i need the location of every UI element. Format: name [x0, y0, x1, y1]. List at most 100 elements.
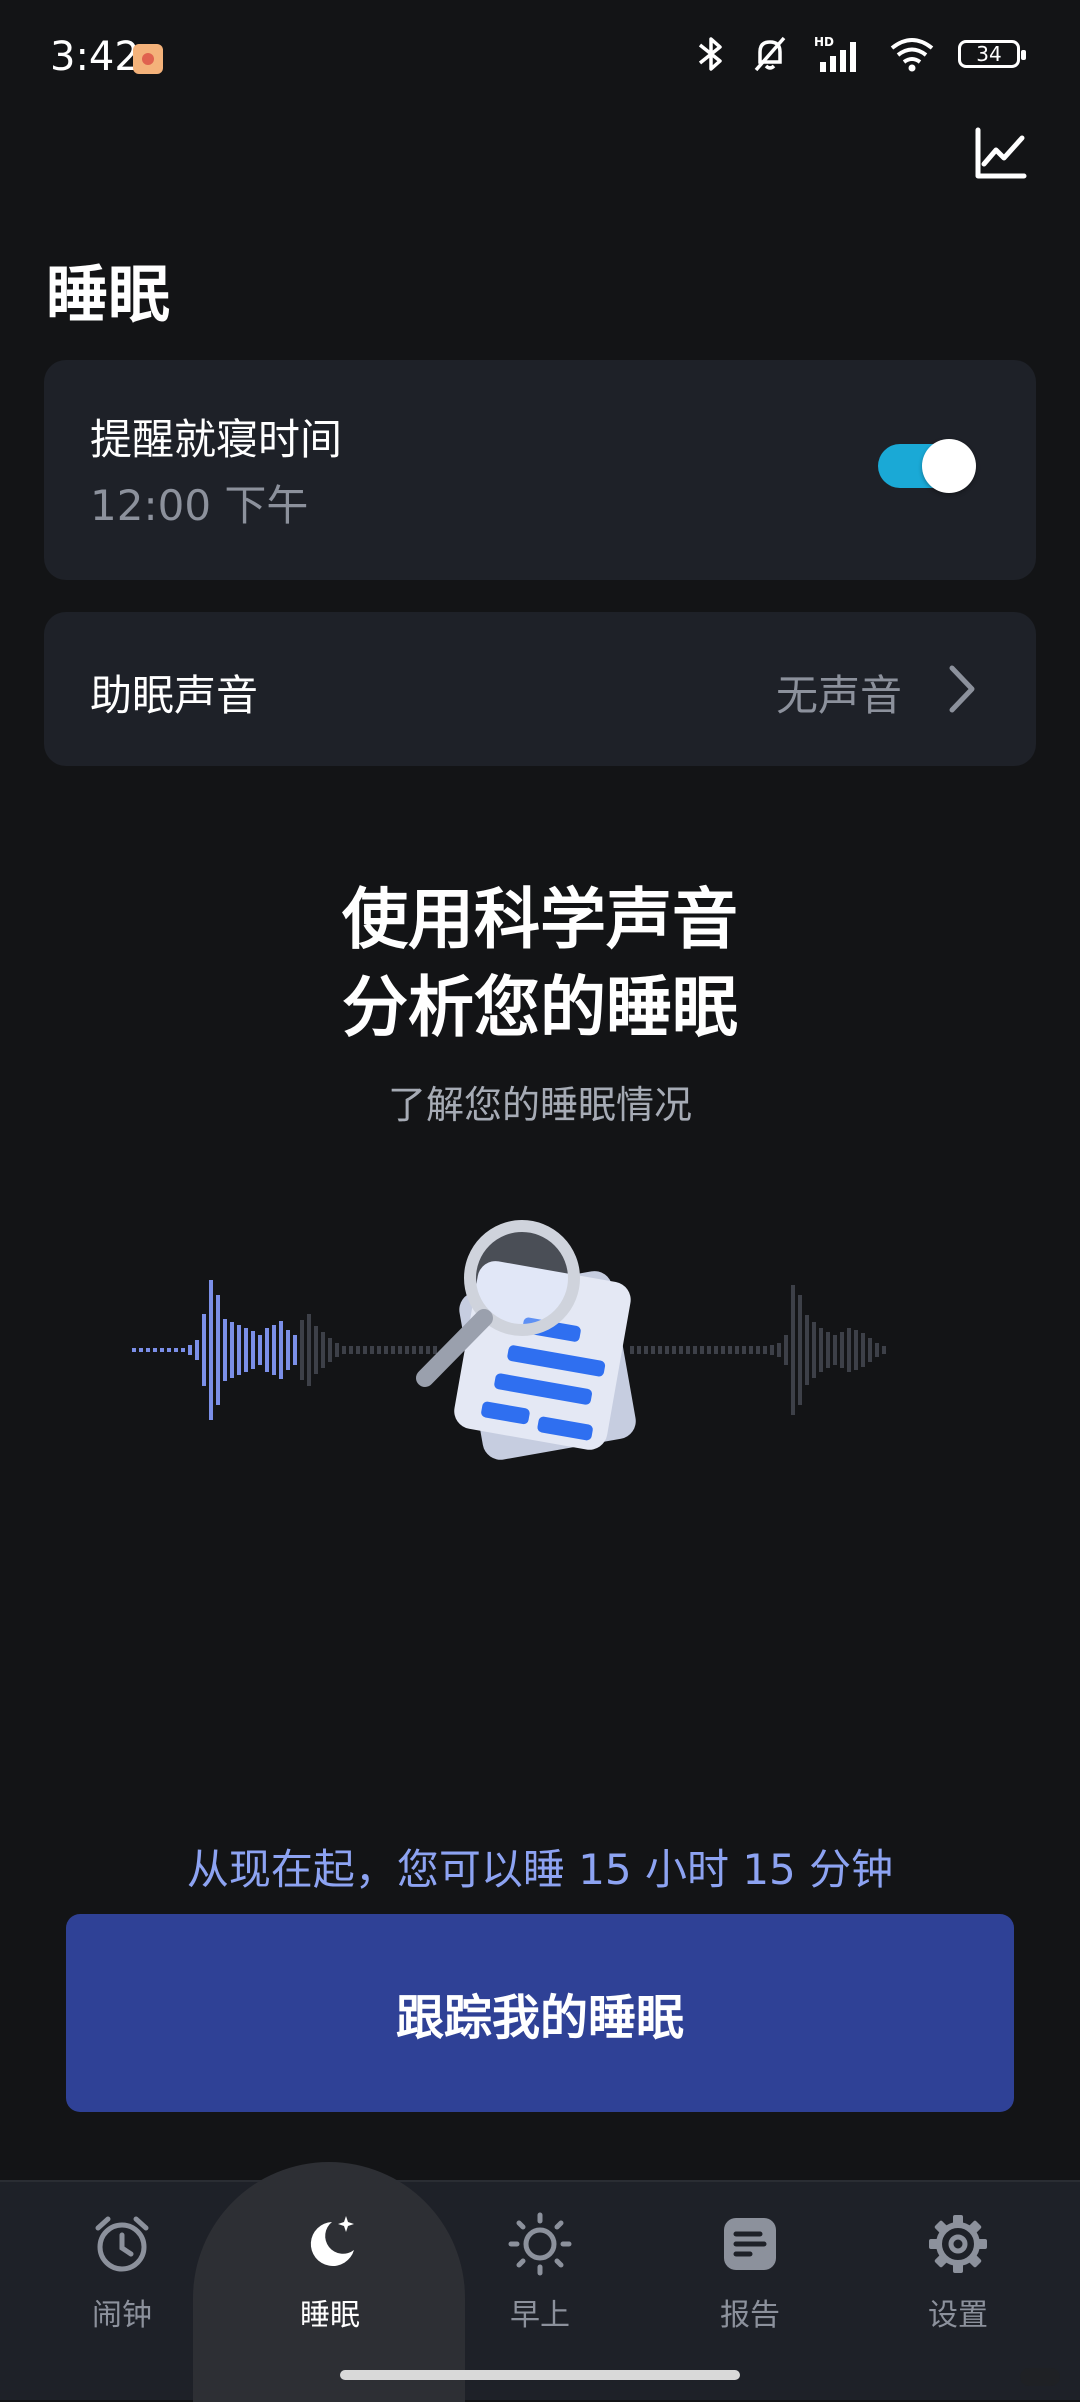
- wave-bar: [812, 1322, 816, 1378]
- nav-item-sleep[interactable]: 睡眠: [250, 2212, 410, 2352]
- wave-bar: [188, 1345, 192, 1355]
- sleep-sound-value: 无声音: [775, 671, 902, 720]
- wave-bar: [679, 1346, 683, 1354]
- wave-bar: [749, 1346, 753, 1354]
- battery-icon: 34: [958, 40, 1026, 68]
- wave-bar: [735, 1346, 739, 1354]
- wave-bar: [721, 1346, 725, 1354]
- app-notification-icon: [133, 44, 163, 74]
- wave-bar: [672, 1346, 676, 1354]
- sun-icon: [508, 2212, 572, 2276]
- wave-bar: [167, 1348, 171, 1352]
- nav-item-morning[interactable]: 早上: [460, 2212, 620, 2352]
- wave-bar: [181, 1348, 185, 1352]
- status-icons: HD 34: [694, 34, 1026, 74]
- home-indicator[interactable]: [340, 2370, 740, 2380]
- nav-label-sleep: 睡眠: [300, 2298, 360, 2333]
- wave-bar: [153, 1348, 157, 1352]
- wave-bar: [791, 1285, 795, 1415]
- wifi-icon: [890, 38, 934, 72]
- wave-bar: [328, 1338, 332, 1362]
- status-time: 3:42: [50, 34, 140, 80]
- nav-label-alarm: 闹钟: [92, 2298, 152, 2333]
- wave-bar: [770, 1345, 774, 1355]
- wave-bar: [840, 1332, 844, 1368]
- wave-bar: [658, 1346, 662, 1354]
- nav-label-settings: 设置: [928, 2298, 988, 2333]
- wave-bar: [644, 1346, 648, 1354]
- gear-icon: [929, 2215, 987, 2273]
- wave-bar: [216, 1295, 220, 1405]
- wave-bar: [693, 1346, 697, 1354]
- wave-bar: [300, 1320, 304, 1380]
- bottom-nav: 闹钟 睡眠 早上 报告 设置: [0, 2162, 1080, 2402]
- wave-bar: [686, 1346, 690, 1354]
- document-magnifier-icon: [416, 1220, 636, 1460]
- svg-text:HD: HD: [814, 35, 834, 49]
- wave-bar: [651, 1346, 655, 1354]
- wave-bar: [258, 1335, 262, 1365]
- nav-label-morning: 早上: [510, 2298, 570, 2333]
- bluetooth-icon: [698, 37, 722, 71]
- promo-title-line1: 使用科学声音: [342, 881, 738, 958]
- wave-bar: [882, 1346, 886, 1354]
- wave-bar: [728, 1346, 732, 1354]
- wave-bar: [237, 1325, 241, 1375]
- chart-icon[interactable]: [970, 124, 1030, 184]
- wave-bar: [784, 1335, 788, 1365]
- wave-bar: [272, 1325, 276, 1375]
- wave-bar: [265, 1328, 269, 1372]
- wave-bar: [700, 1346, 704, 1354]
- bedtime-reminder-card[interactable]: 提醒就寝时间 12:00 下午: [44, 360, 1036, 580]
- wave-bar: [826, 1332, 830, 1368]
- sleep-sound-card[interactable]: 助眠声音 无声音: [44, 612, 1036, 766]
- toggle-knob: [922, 439, 976, 493]
- wave-bar: [630, 1346, 634, 1354]
- wave-bar: [370, 1346, 374, 1354]
- wave-bar: [861, 1333, 865, 1367]
- watermark-badge: [1020, 2368, 1060, 2386]
- wave-bar: [195, 1340, 199, 1360]
- reminder-time: 12:00 下午: [90, 481, 309, 530]
- wave-bar: [307, 1314, 311, 1386]
- nav-item-alarm[interactable]: 闹钟: [42, 2212, 202, 2352]
- mute-bell-icon: [754, 36, 786, 72]
- wave-bar: [223, 1319, 227, 1381]
- wave-bar: [433, 1346, 437, 1354]
- report-icon: [724, 2218, 776, 2270]
- wave-bar: [714, 1346, 718, 1354]
- nav-item-report[interactable]: 报告: [670, 2212, 830, 2352]
- wave-bar: [293, 1335, 297, 1365]
- wave-bar: [847, 1328, 851, 1372]
- wave-bar: [202, 1314, 206, 1386]
- moon-icon: [310, 2216, 354, 2266]
- wave-bar: [742, 1346, 746, 1354]
- track-sleep-button[interactable]: 跟踪我的睡眠: [66, 1914, 1014, 2112]
- battery-level: 34: [976, 42, 1002, 66]
- reminder-toggle[interactable]: [878, 439, 976, 493]
- sleep-analysis-illustration: [132, 1220, 886, 1460]
- wave-bar: [398, 1346, 402, 1354]
- wave-bar: [833, 1335, 837, 1365]
- page-title: 睡眠: [46, 258, 171, 331]
- chevron-right-icon: [949, 665, 975, 713]
- wave-bar: [756, 1346, 760, 1354]
- wave-bar: [132, 1348, 136, 1352]
- wave-bar: [146, 1348, 150, 1352]
- wave-bar: [763, 1346, 767, 1354]
- wave-bar: [244, 1328, 248, 1372]
- wave-bar: [637, 1346, 641, 1354]
- wave-bar: [286, 1330, 290, 1370]
- wave-bar: [819, 1328, 823, 1372]
- wave-bar: [230, 1322, 234, 1378]
- wave-bar: [777, 1343, 781, 1357]
- wave-bar: [412, 1346, 416, 1354]
- wave-bar: [279, 1321, 283, 1379]
- wave-bar: [335, 1343, 339, 1357]
- sleep-duration-hint: 从现在起，您可以睡 15 小时 15 分钟: [186, 1845, 894, 1894]
- wave-bar: [342, 1346, 346, 1354]
- reminder-title: 提醒就寝时间: [90, 415, 343, 464]
- nav-item-settings[interactable]: 设置: [878, 2212, 1038, 2352]
- wave-bar: [377, 1346, 381, 1354]
- alarm-clock-icon: [95, 2216, 149, 2272]
